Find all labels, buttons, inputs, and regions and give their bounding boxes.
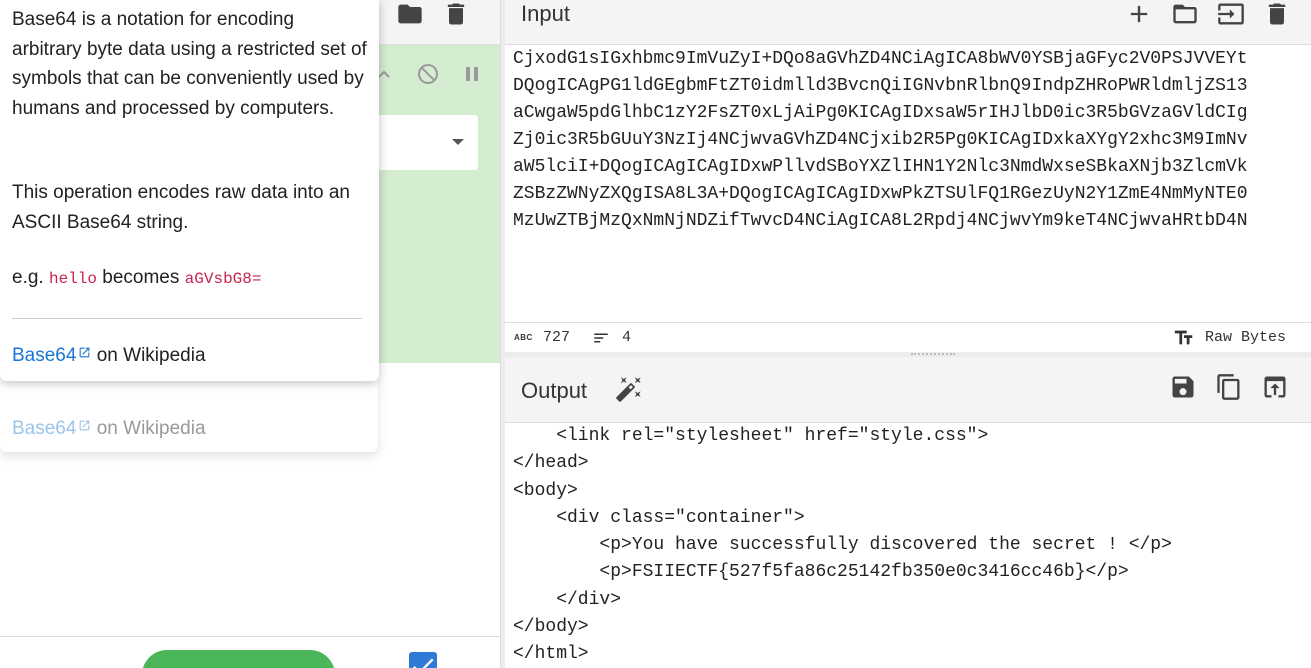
wiki-link[interactable]: Base64: [12, 345, 76, 366]
input-length: 727: [543, 329, 571, 346]
disable-icon[interactable]: [416, 62, 440, 91]
output-line: </head>: [513, 453, 589, 474]
external-link-icon: [78, 343, 91, 358]
output-line: </body>: [513, 617, 589, 638]
save-icon[interactable]: [1169, 373, 1197, 406]
popover-wiki: Base64 on Wikipedia: [12, 343, 206, 367]
output-title: Output: [521, 378, 588, 403]
output-textarea[interactable]: <link rel="stylesheet" href="style.css">…: [513, 423, 1311, 668]
folder-icon[interactable]: [396, 0, 424, 28]
output-pane: Output <link rel="stylesheet" href="styl…: [505, 357, 1311, 668]
magic-wand-icon[interactable]: [615, 375, 643, 403]
bake-button[interactable]: [142, 650, 335, 668]
chevron-down-icon: [452, 139, 464, 145]
input-line: aCwgaW5pdGlhbC1zY2FsZT0xLjAiPg0KICAgIDxs…: [513, 103, 1248, 123]
input-title: Input: [521, 1, 570, 26]
auto-bake-checkbox[interactable]: [409, 652, 437, 668]
folder-icon[interactable]: [1171, 0, 1199, 33]
ghost-wiki-suffix: on Wikipedia: [96, 418, 206, 439]
popover-operation-note: This operation encodes raw data into an …: [12, 182, 350, 233]
input-line-count: 4: [622, 329, 632, 346]
output-line: <p>You have successfully discovered the …: [513, 535, 1172, 556]
input-header: Input: [505, 0, 1311, 45]
popover-example: e.g. hello becomes aGVsbG8=: [12, 267, 261, 289]
output-line: </div>: [513, 589, 622, 610]
input-line: CjxodG1sIGxhbmc9ImVuZyI+DQo8aGVhZD4NCiAg…: [513, 49, 1248, 69]
example-input: hello: [48, 270, 97, 288]
input-line: DQogICAgPG1ldGEgbmFtZT0idmlld3BvcnQiIGNv…: [513, 76, 1248, 96]
input-status-bar: ABC 727 4 Raw Bytes: [505, 322, 1311, 353]
output-line: </html>: [513, 644, 589, 665]
ghost-popover: Base64 on Wikipedia: [0, 380, 378, 452]
example-prefix: e.g.: [12, 267, 44, 288]
input-line: ZSBzZWNyZXQgISA8L3A+DQogICAgICAgIDxwPkZT…: [513, 184, 1248, 204]
output-line: <div class="container">: [513, 507, 805, 528]
input-encoding[interactable]: Raw Bytes: [1205, 329, 1286, 346]
import-icon[interactable]: [1217, 0, 1245, 33]
text-encoding-icon[interactable]: [1173, 327, 1195, 349]
copy-icon[interactable]: [1215, 373, 1243, 406]
ghost-wiki-link[interactable]: Base64: [12, 418, 76, 439]
input-line: aW5lciI+DQogICAgICAgIDxwPllvdSBoYXZlIHN1…: [513, 157, 1248, 177]
output-line: <p>FSIIECTF{527f5fa86c25142fb350e0c3416c…: [513, 562, 1129, 583]
wiki-suffix: on Wikipedia: [96, 345, 206, 366]
lines-icon: [592, 329, 610, 347]
input-line: MzUwZTBjMzQxNmNjNDZifTwvcD4NCiAgICA8L2Rp…: [513, 211, 1248, 231]
output-line: <body>: [513, 480, 578, 501]
operation-info-popover: Base64 is a notation for encoding arbitr…: [0, 0, 379, 381]
trash-icon[interactable]: [442, 0, 470, 28]
output-line: <link rel="stylesheet" href="style.css">: [513, 426, 989, 446]
external-link-icon: [78, 416, 91, 431]
popover-description: Base64 is a notation for encoding arbitr…: [12, 9, 367, 119]
input-pane: Input CjxodG1sIGxhbmc9ImVuZyI+DQo8aGVhZD…: [505, 0, 1311, 353]
plus-icon[interactable]: [1125, 0, 1153, 33]
example-output: aGVsbG8=: [184, 270, 262, 288]
abc-icon: ABC: [514, 333, 533, 342]
input-textarea[interactable]: CjxodG1sIGxhbmc9ImVuZyI+DQo8aGVhZD4NCiAg…: [513, 46, 1311, 316]
output-header: Output: [505, 357, 1311, 423]
open-in-input-icon[interactable]: [1261, 373, 1289, 406]
trash-icon[interactable]: [1263, 0, 1291, 33]
example-mid: becomes: [102, 267, 180, 288]
input-line: Zj0ic3R5bGUuY3NzIj4NCjwvaGVhZD4NCjxib2R5…: [513, 130, 1248, 150]
pause-icon[interactable]: [460, 62, 484, 91]
popover-divider: [12, 318, 362, 319]
